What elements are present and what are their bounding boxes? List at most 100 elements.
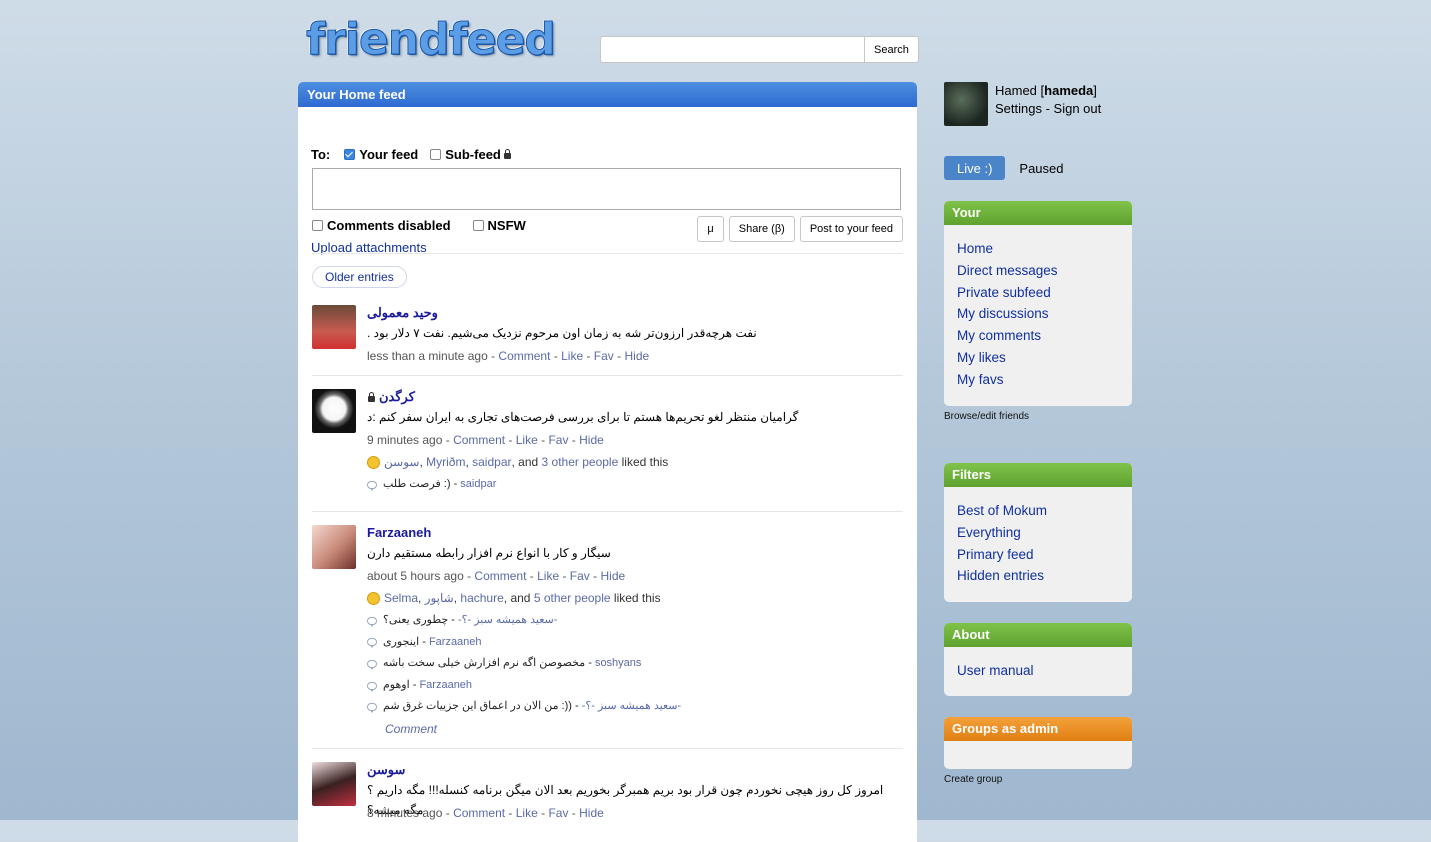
share-button[interactable]: Share (β)	[728, 216, 795, 242]
like-link[interactable]: Like	[537, 569, 559, 583]
comment-text: چطوری یعنی؟	[383, 614, 449, 626]
liker-link[interactable]: سوسن	[384, 451, 419, 474]
nsfw-checkbox[interactable]	[472, 220, 484, 231]
nsfw-option[interactable]: NSFW	[472, 218, 526, 233]
comments-disabled-option[interactable]: Comments disabled	[312, 218, 451, 233]
divider	[312, 511, 903, 512]
comment-bubble-icon	[367, 616, 377, 627]
feed-entry: Farzaaneh سیگار و کار با انواع نرم افزار…	[312, 525, 903, 740]
search-input[interactable]	[600, 36, 864, 63]
filter-hidden-entries[interactable]: Hidden entries	[957, 565, 1119, 587]
entry-time[interactable]: 8 minutes ago	[367, 806, 442, 820]
fav-link[interactable]: Fav	[548, 806, 568, 820]
post-button[interactable]: Post to your feed	[799, 216, 903, 242]
like-link[interactable]: Like	[561, 349, 583, 363]
post-composer: To: Your feed Sub-feed Comments disabled…	[298, 107, 917, 257]
nav-private-subfeed[interactable]: Private subfeed	[957, 282, 1119, 304]
entry-meta: 8 minutes ago - Comment - Like - Fav - H…	[367, 806, 604, 820]
entry-time[interactable]: less than a minute ago	[367, 349, 488, 363]
comment-author[interactable]: -سعید همیشه سبز -؟-	[582, 696, 681, 718]
liker-link[interactable]: شاپور	[425, 587, 454, 610]
comment-link[interactable]: Comment	[474, 569, 526, 583]
nav-my-discussions[interactable]: My discussions	[957, 303, 1119, 325]
your-feed-option[interactable]: Your feed	[344, 147, 418, 162]
likes-suffix: liked this	[613, 591, 661, 605]
comment-text: اینجوری	[383, 635, 420, 648]
entry-author[interactable]: سوسن	[367, 762, 903, 780]
entry-time[interactable]: about 5 hours ago	[367, 569, 464, 583]
comment-author[interactable]: -سعید همیشه سبز -؟-	[458, 610, 557, 632]
mu-button[interactable]: μ	[697, 216, 724, 242]
comment-author[interactable]: Farzaaneh	[419, 675, 472, 697]
hide-link[interactable]: Hide	[579, 806, 604, 820]
comment: اینجوری - Farzaaneh	[367, 632, 903, 654]
fav-link[interactable]: Fav	[570, 569, 590, 583]
nav-home[interactable]: Home	[957, 238, 1119, 260]
avatar[interactable]	[312, 525, 356, 569]
settings-link[interactable]: Settings	[995, 101, 1042, 116]
create-group-link[interactable]: Create group	[944, 774, 1002, 785]
likes-and: , and	[503, 591, 531, 605]
entry-text: . نفت هرچه‌قدر ارزون‌تر شه به زمان اون م…	[367, 326, 757, 340]
older-entries-button[interactable]: Older entries	[312, 266, 407, 288]
comment-author[interactable]: Farzaaneh	[429, 632, 482, 654]
your-box: Your Home Direct messages Private subfee…	[944, 201, 1132, 406]
comment-bubble-icon	[367, 703, 377, 714]
your-feed-checkbox[interactable]	[344, 149, 356, 160]
liker-link[interactable]: Selma	[384, 587, 418, 610]
sub-feed-label: Sub-feed	[445, 147, 501, 162]
entry-author-row: کرگدن	[367, 389, 903, 407]
add-comment-link[interactable]: Comment	[385, 718, 903, 740]
nav-my-favs[interactable]: My favs	[957, 369, 1119, 391]
likes-row: سوسن, Myriðm, saidpar , and 3 other peop…	[367, 451, 903, 474]
filter-best-of-mokum[interactable]: Best of Mokum	[957, 500, 1119, 522]
liker-link[interactable]: Myriðm	[426, 451, 465, 474]
entry-text: امروز کل روز هیچی نخوردم چون قرار بود بر…	[367, 783, 884, 817]
nav-my-comments[interactable]: My comments	[957, 325, 1119, 347]
comment-link[interactable]: Comment	[498, 349, 550, 363]
filter-primary-feed[interactable]: Primary feed	[957, 544, 1119, 566]
live-button[interactable]: Live :)	[944, 156, 1006, 180]
hide-link[interactable]: Hide	[579, 433, 604, 447]
profile-username[interactable]: hameda	[1044, 83, 1093, 98]
liker-link[interactable]: saidpar	[472, 451, 511, 474]
other-likers-link[interactable]: 3 other people	[542, 451, 619, 474]
avatar[interactable]	[312, 762, 356, 806]
comment-author[interactable]: soshyans	[595, 653, 641, 675]
like-link[interactable]: Like	[516, 806, 538, 820]
nav-my-likes[interactable]: My likes	[957, 347, 1119, 369]
sign-out-link[interactable]: Sign out	[1054, 101, 1102, 116]
fav-link[interactable]: Fav	[594, 349, 614, 363]
comment: مخصوصن اگه نرم افزارش خیلی سخت باشه - so…	[367, 653, 903, 675]
browse-edit-friends-link[interactable]: Browse/edit friends	[944, 411, 1029, 422]
other-likers-link[interactable]: 5 other people	[534, 587, 611, 610]
like-link[interactable]: Like	[516, 433, 538, 447]
comment-link[interactable]: Comment	[453, 433, 505, 447]
comment-link[interactable]: Comment	[453, 806, 505, 820]
comment-author[interactable]: saidpar	[460, 474, 496, 496]
hide-link[interactable]: Hide	[600, 569, 625, 583]
avatar[interactable]	[312, 305, 356, 349]
friendfeed-logo[interactable]: friendfeed	[306, 14, 557, 66]
sub-feed-checkbox[interactable]	[430, 149, 442, 160]
nav-direct-messages[interactable]: Direct messages	[957, 260, 1119, 282]
post-textarea[interactable]	[312, 168, 901, 210]
entry-author[interactable]: وحید معمولی	[367, 305, 903, 323]
profile-name[interactable]: Hamed	[995, 83, 1037, 98]
post-buttons: μ Share (β) Post to your feed	[697, 216, 903, 242]
profile-avatar[interactable]	[944, 82, 988, 126]
entry-author[interactable]: کرگدن	[379, 389, 415, 404]
entry-author[interactable]: Farzaaneh	[367, 525, 903, 543]
comments-disabled-checkbox[interactable]	[312, 220, 323, 231]
avatar[interactable]	[312, 389, 356, 433]
paused-button[interactable]: Paused	[1019, 161, 1063, 176]
hide-link[interactable]: Hide	[624, 349, 649, 363]
entry-time[interactable]: 9 minutes ago	[367, 433, 442, 447]
filter-everything[interactable]: Everything	[957, 522, 1119, 544]
fav-link[interactable]: Fav	[548, 433, 568, 447]
search-button[interactable]: Search	[864, 36, 919, 63]
liker-link[interactable]: hachure	[460, 587, 503, 610]
sub-feed-option[interactable]: Sub-feed	[430, 147, 511, 162]
comment-bubble-icon	[367, 480, 377, 491]
user-manual-link[interactable]: User manual	[957, 660, 1119, 682]
